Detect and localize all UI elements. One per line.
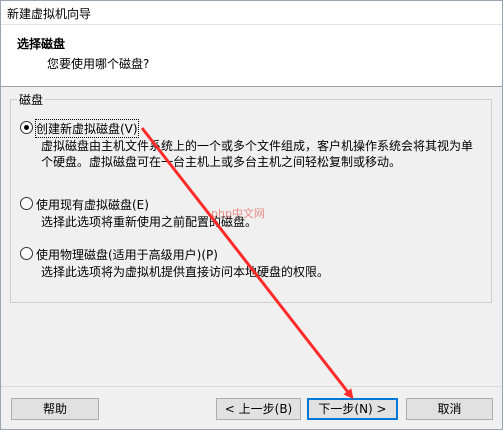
wizard-window: 新建虚拟机向导 选择磁盘 您要使用哪个磁盘? 磁盘 创建新虚拟磁盘(V) 虚拟磁… bbox=[0, 0, 503, 430]
radio-create-new-disk[interactable] bbox=[20, 121, 33, 134]
disk-group-label: 磁盘 bbox=[17, 91, 46, 108]
option-use-existing-disk-label[interactable]: 使用现有虚拟磁盘(E) bbox=[36, 196, 149, 213]
title-bar: 新建虚拟机向导 bbox=[1, 1, 502, 25]
option-create-new-disk-desc-1: 虚拟磁盘由主机文件系统上的一个或多个文件组成，客户机操作系统会将其视为单 bbox=[41, 139, 474, 153]
back-button[interactable]: < 上一步(B) bbox=[216, 398, 301, 420]
option-use-physical-disk-label[interactable]: 使用物理磁盘(适用于高级用户)(P) bbox=[36, 246, 218, 263]
watermark: php中文网 bbox=[211, 207, 265, 220]
page-title: 选择磁盘 bbox=[17, 37, 66, 51]
help-button[interactable]: 帮助 bbox=[11, 398, 99, 420]
option-create-new-disk-desc-2: 个硬盘。虚拟磁盘可在一台主机上或多台主机之间轻松复制或移动。 bbox=[41, 155, 402, 169]
radio-use-physical-disk[interactable] bbox=[20, 247, 33, 260]
page-subtitle: 您要使用哪个磁盘? bbox=[47, 57, 150, 71]
option-create-new-disk-label[interactable]: 创建新虚拟磁盘(V) bbox=[35, 119, 139, 138]
option-use-physical-disk-desc: 选择此选项将为虚拟机提供直接访问本地硬盘的权限。 bbox=[41, 265, 330, 279]
next-button[interactable]: 下一步(N) > bbox=[307, 398, 398, 420]
wizard-header: 选择磁盘 您要使用哪个磁盘? bbox=[1, 25, 502, 87]
window-title: 新建虚拟机向导 bbox=[7, 7, 92, 21]
radio-use-existing-disk[interactable] bbox=[20, 197, 33, 210]
footer-separator bbox=[1, 386, 502, 387]
cancel-button[interactable]: 取消 bbox=[406, 398, 493, 420]
